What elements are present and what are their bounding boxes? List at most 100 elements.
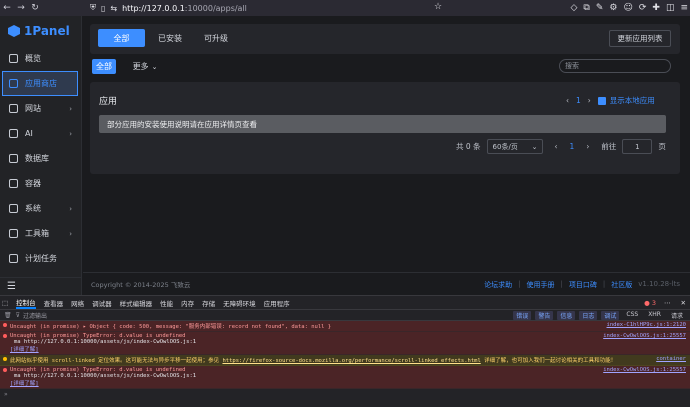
sidebar: 1Panel 概览 应用商店 网站 › AI › 数据库 容器 系统 › 工具箱 › 计… xyxy=(0,16,82,295)
level-logs[interactable]: 日志 xyxy=(579,311,598,320)
tab-accessibility[interactable]: 无障碍环境 xyxy=(223,298,256,308)
level-errors[interactable]: 错误 xyxy=(513,311,532,320)
reload-icon[interactable]: ↻ xyxy=(28,3,42,13)
search-input[interactable]: 搜索 xyxy=(559,59,671,73)
error-icon xyxy=(3,323,7,327)
level-debug[interactable]: 调试 xyxy=(601,311,620,320)
level-info[interactable]: 信息 xyxy=(557,311,576,320)
tab-application[interactable]: 应用程序 xyxy=(264,298,290,308)
sidebar-item-label: 网站 xyxy=(25,104,41,113)
bookmark-star-icon[interactable]: ☆ xyxy=(434,2,442,12)
level-requests[interactable]: 请求 xyxy=(668,311,686,320)
level-warnings[interactable]: 警告 xyxy=(535,311,554,320)
log-source-link[interactable]: index-CwOwlOOS.js:1:25557 xyxy=(603,367,686,373)
sidebar-item-ai[interactable]: AI › xyxy=(0,121,81,146)
tab-debugger[interactable]: 调试器 xyxy=(92,298,112,308)
page-icon: ▯ xyxy=(101,3,106,13)
sidebar-collapse-button[interactable]: ☰ xyxy=(0,277,82,295)
console-log-row[interactable]: Uncaught (in promise) TypeError: d.value… xyxy=(0,366,690,389)
logo-hex-icon xyxy=(8,25,20,37)
back-icon[interactable]: ← xyxy=(0,3,14,13)
container-icon xyxy=(9,179,18,188)
tab-performance[interactable]: 性能 xyxy=(160,298,173,308)
sidebar-item-schedule[interactable]: 计划任务 xyxy=(0,246,81,271)
footer-link-community[interactable]: 社区版 xyxy=(611,280,632,290)
warning-icon xyxy=(3,357,7,361)
database-icon xyxy=(9,154,18,163)
log-doc-link[interactable]: https://firefox-source-docs.mozilla.org/… xyxy=(222,358,480,364)
sync-icon[interactable]: ⟳ xyxy=(639,3,647,13)
sidebar-item-toolbox[interactable]: 工具箱 › xyxy=(0,221,81,246)
next-page-icon[interactable]: › xyxy=(588,96,591,105)
prev-page-icon[interactable]: ‹ xyxy=(566,96,569,105)
devtools-close-icon[interactable]: ✕ xyxy=(681,299,686,307)
tab-inspector[interactable]: 查看器 xyxy=(44,298,64,308)
tab-upgradable[interactable]: 可升级 xyxy=(196,29,236,47)
logo[interactable]: 1Panel xyxy=(0,16,81,46)
filter-all-button[interactable]: 全部 xyxy=(92,59,116,74)
console-log-row[interactable]: Uncaught (in promise) TypeError: d.value… xyxy=(0,332,690,355)
footer-link-reviews[interactable]: 项目口碑 xyxy=(569,280,597,290)
trash-icon[interactable]: 🗑 xyxy=(4,312,12,319)
tab-storage[interactable]: 存储 xyxy=(202,298,215,308)
profile-icon[interactable]: ☺ xyxy=(623,3,632,13)
log-message: Uncaught (in promise) ▸ Object { code: 5… xyxy=(10,324,332,330)
current-page[interactable]: 1 xyxy=(570,142,575,151)
console-input[interactable]: » xyxy=(0,389,690,399)
url-path: :10000/apps/all xyxy=(184,3,247,13)
browser-toolbar: ← → ↻ ⛨ ▯ ⇆ http://127.0.0.1:10000/apps/… xyxy=(0,0,690,16)
show-local-label[interactable]: 显示本地应用 xyxy=(610,95,655,106)
sidebar-item-website[interactable]: 网站 › xyxy=(0,96,81,121)
console-warning-row[interactable]: 此网站似乎使用 scroll-linked 定位效果。这可能无法与异步平移一起使… xyxy=(0,355,690,366)
current-page[interactable]: 1 xyxy=(576,96,581,105)
forward-icon[interactable]: → xyxy=(14,3,28,13)
log-source-link[interactable]: container xyxy=(656,356,686,362)
footer-link-forum[interactable]: 论坛求助 xyxy=(484,280,512,290)
show-local-checkbox[interactable] xyxy=(597,96,606,105)
toolbox-icon xyxy=(9,229,18,238)
tab-style-editor[interactable]: 样式编辑器 xyxy=(120,298,153,308)
screenshot-icon[interactable]: ◫ xyxy=(666,3,675,13)
addons-icon[interactable]: ✚ xyxy=(652,3,660,13)
console-log-row[interactable]: Uncaught (in promise) ▸ Object { code: 5… xyxy=(0,321,690,332)
tab-memory[interactable]: 内存 xyxy=(181,298,194,308)
pocket-icon[interactable]: ◇ xyxy=(570,3,577,13)
error-count-badge[interactable]: ● 3 xyxy=(644,299,656,307)
goto-page-input[interactable]: 1 xyxy=(622,139,653,154)
devtools-options-icon[interactable]: ⋯ xyxy=(664,299,671,307)
sidebar-item-overview[interactable]: 概览 xyxy=(0,46,81,71)
log-source-link[interactable]: index-C1hlHP9c.js:1:2120 xyxy=(607,322,686,328)
settings-icon[interactable]: ⚙ xyxy=(609,3,617,13)
tools-icon[interactable]: ✎ xyxy=(596,3,604,13)
sidebar-item-system[interactable]: 系统 › xyxy=(0,196,81,221)
prev-page-icon[interactable]: ‹ xyxy=(555,142,558,151)
log-source-link[interactable]: index-CwOwlOOS.js:1:25557 xyxy=(603,333,686,339)
apps-title: 应用 xyxy=(99,97,118,107)
tab-installed[interactable]: 已安装 xyxy=(150,29,190,47)
page-size-select[interactable]: 60条/页 ⌄ xyxy=(486,139,543,154)
tab-network[interactable]: 网络 xyxy=(71,298,84,308)
tab-console[interactable]: 控制台 xyxy=(16,297,36,309)
update-app-list-button[interactable]: 更新应用列表 xyxy=(609,30,671,47)
inspect-picker-icon[interactable]: ⬚ xyxy=(2,299,8,307)
footer-link-manual[interactable]: 使用手册 xyxy=(527,280,555,290)
console-filter-input[interactable]: 过滤输出 xyxy=(23,311,47,320)
learn-more-link[interactable]: [详细了解] xyxy=(10,379,686,387)
version-text[interactable]: v1.10.28-lts xyxy=(638,280,680,290)
sidebar-item-app-store[interactable]: 应用商店 xyxy=(2,71,78,96)
level-xhr[interactable]: XHR xyxy=(645,311,664,320)
level-css[interactable]: CSS xyxy=(623,311,641,320)
chevron-right-icon: › xyxy=(69,204,72,213)
menu-icon[interactable]: ≡ xyxy=(680,3,688,13)
error-count: 3 xyxy=(651,298,657,307)
filter-more-dropdown[interactable]: 更多 ⌄ xyxy=(130,59,160,74)
extension-icon[interactable]: ⧉ xyxy=(583,3,589,13)
sidebar-item-container[interactable]: 容器 xyxy=(0,171,81,196)
tab-all[interactable]: 全部 xyxy=(98,29,145,47)
next-page-icon[interactable]: › xyxy=(586,142,589,151)
address-bar[interactable]: ⛨ ▯ ⇆ http://127.0.0.1:10000/apps/all xyxy=(90,1,450,15)
learn-more-link[interactable]: [详细了解] xyxy=(10,345,686,353)
app-tabs-card: 全部 已安装 可升级 更新应用列表 xyxy=(90,24,680,54)
filter-icon: ⊽ xyxy=(15,311,21,319)
sidebar-item-database[interactable]: 数据库 xyxy=(0,146,81,171)
